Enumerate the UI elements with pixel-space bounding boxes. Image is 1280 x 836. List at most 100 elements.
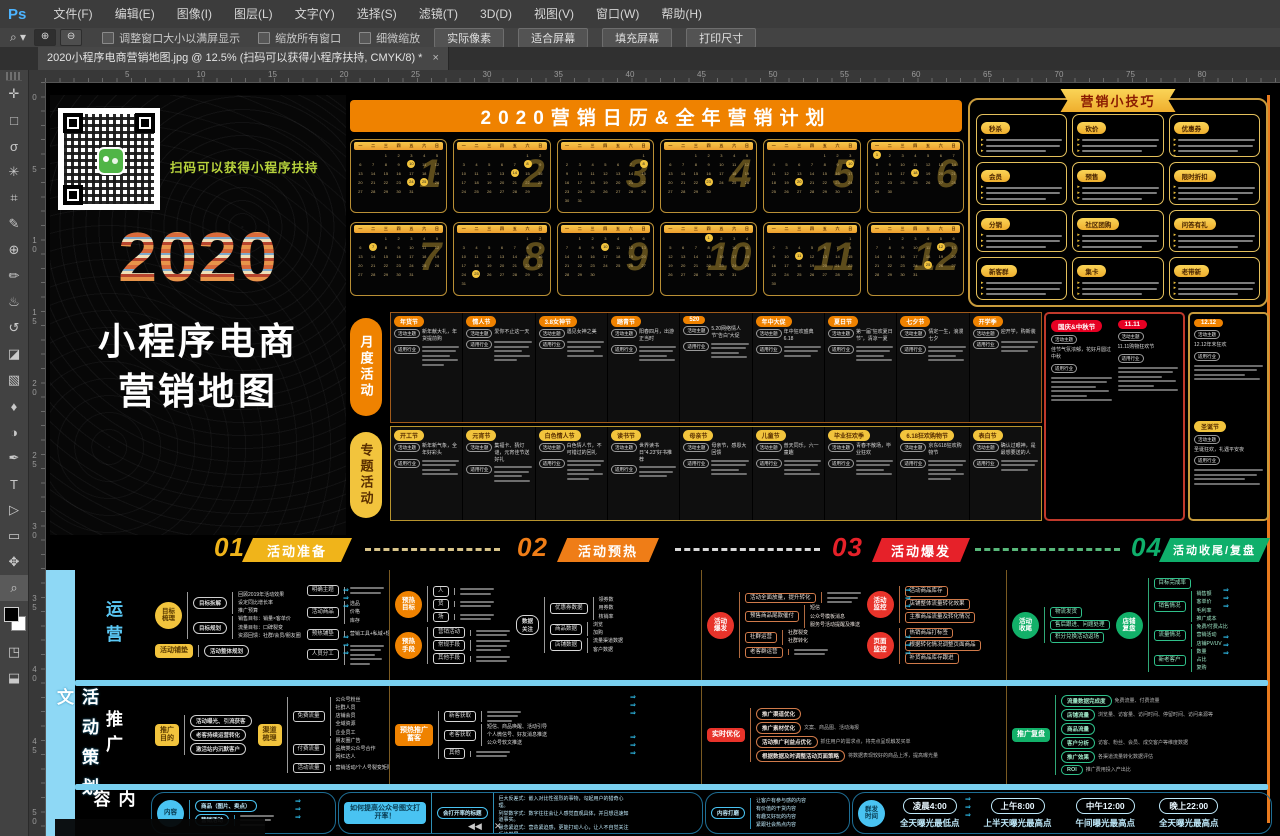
menu-文件(F)[interactable]: 文件(F) — [42, 0, 103, 28]
menu-图像(I)[interactable]: 图像(I) — [166, 0, 223, 28]
type-tool[interactable]: T — [0, 471, 28, 497]
tip-bullet: ▸ — [1174, 139, 1255, 142]
node-children: 流量数据完成度免费流量、付费流量店铺流量浏览量、访客量、访问时间、停留时间、访问… — [1055, 695, 1213, 775]
crop-tool[interactable]: ⌗ — [0, 185, 28, 211]
send-time: 中午12:00 — [1076, 798, 1135, 814]
dodge-tool[interactable]: ◑ — [0, 419, 28, 445]
option-checkbox[interactable]: 调整窗口大小以满屏显示 — [102, 30, 240, 46]
flow-arrow-icon: ⇒ ⇒ ⇒ — [1223, 587, 1229, 611]
option-checkbox[interactable]: 缩放所有窗口 — [258, 30, 341, 46]
zoom-tool[interactable]: ⌕ — [0, 575, 28, 601]
event-theme: 母亲节，感恩大回馈 — [711, 443, 748, 457]
theme-tag: 活动主题 — [900, 329, 926, 338]
quick-mask-icon[interactable]: ◳ — [0, 639, 28, 665]
event-theme-row: 活动主题母亲节，感恩大回馈 — [683, 443, 748, 457]
event-column: 儿童节活动主题普天同乐，六一童趣适用行业 — [753, 427, 824, 520]
node-x: 库存 — [350, 618, 360, 624]
option-button-适合屏幕[interactable]: 适合屏幕 — [518, 28, 588, 48]
option-button-实际像素[interactable]: 实际像素 — [434, 28, 504, 48]
event-column: 元宵节活动主题集福卡、猜灯谜，元宵佳节送好礼适用行业 — [463, 427, 534, 520]
send-time: 晚上22:00 — [1159, 798, 1218, 814]
tip-bullet: ▸ — [1174, 287, 1255, 290]
node-children: 销售额客单价毛利率推广成本 — [1191, 591, 1217, 622]
gradient-tool[interactable]: ▧ — [0, 367, 28, 393]
rewind-icon[interactable]: ◀◀ — [468, 821, 482, 832]
path-select-tool[interactable]: ▷ — [0, 497, 28, 523]
phase-cell: 预热 目标人货场预热 手段营销活动常规手段其他手段数据 关注优惠券数据领券数用券… — [390, 570, 702, 680]
tip-box: 老带新▸▸▸ — [1169, 257, 1260, 300]
checkbox-icon[interactable] — [359, 32, 371, 44]
menu-选择(S)[interactable]: 选择(S) — [346, 0, 408, 28]
magic-wand-tool[interactable]: ✳ — [0, 159, 28, 185]
tab-close-icon[interactable]: × — [432, 47, 438, 70]
menu-视图(V)[interactable]: 视图(V) — [523, 0, 585, 28]
tip-bullet: ▸ — [1077, 234, 1158, 237]
mindmap-node: 群发 时间 — [858, 800, 885, 827]
option-button-打印尺寸[interactable]: 打印尺寸 — [686, 28, 756, 48]
mindmap-node: 新客获取 — [444, 711, 547, 722]
shape-tool[interactable]: ▭ — [0, 523, 28, 549]
mindmap-node: 活动铺垫活动整体规划 — [155, 644, 301, 658]
tip-box: 会员▸▸▸ — [976, 162, 1067, 205]
node-obox: 根据转化情况调整页面商品 — [905, 640, 981, 651]
brush-tool[interactable]: ✏ — [0, 263, 28, 289]
checkbox-icon[interactable] — [102, 32, 114, 44]
theme-tag: 活动主题 — [611, 329, 637, 338]
tip-bullet: ▸ — [1174, 197, 1255, 200]
clone-stamp-tool[interactable]: ♨ — [0, 289, 28, 315]
event-name: 情人节 — [466, 316, 496, 327]
option-checkbox[interactable]: 细微缩放 — [359, 30, 420, 46]
node-x: 领券数 — [599, 597, 614, 603]
menu-3D(D)[interactable]: 3D(D) — [469, 0, 523, 28]
toolbar-grip[interactable] — [6, 72, 22, 81]
node-x: 核销率 — [599, 614, 614, 620]
node-children — [344, 587, 384, 594]
color-swatches[interactable] — [0, 605, 28, 639]
foreground-color-swatch[interactable] — [4, 607, 19, 622]
zoom-out-button[interactable]: ⊖ — [60, 29, 82, 46]
node-x: 回顾2019年活动效果 — [238, 592, 284, 598]
zoom-in-button[interactable]: ⊕ — [34, 29, 56, 46]
blur-tool[interactable]: ♦ — [0, 393, 28, 419]
history-brush-tool[interactable]: ↺ — [0, 315, 28, 341]
menu-图层(L)[interactable]: 图层(L) — [223, 0, 284, 28]
calendar-weekdays: 一二三四五六日 — [354, 142, 443, 150]
eyedropper-tool[interactable]: ✎ — [0, 211, 28, 237]
node-cluster: 群发 时间 — [858, 800, 885, 827]
national-day-1111-panel: 国庆&中秋节活动主题佳节气氛浓郁，花好月圆过中秋适用行业11.11活动主题11.… — [1044, 312, 1185, 521]
healing-brush-tool[interactable]: ⊕ — [0, 237, 28, 263]
checkbox-icon[interactable] — [258, 32, 270, 44]
document-canvas[interactable]: 扫码可以获得小程序扶持 2020 小程序电商 营销地图 2020营销日历&全年营… — [45, 82, 1280, 836]
node-children: 社群裂变社群转化 — [782, 630, 808, 645]
tip-bullet: ▸ — [981, 240, 1062, 243]
menu-编辑(E)[interactable]: 编辑(E) — [104, 0, 166, 28]
mindmap-node: 活动 收尾物流发货售后跟进、问题处理积分兑换活动返场 — [1012, 607, 1110, 644]
menu-帮助(H)[interactable]: 帮助(H) — [650, 0, 713, 28]
phase-cell: 推广 目的活动曝光、引流获客老客持续运营转化激活站内沉默客户渠道 梳理免费流量公… — [150, 686, 390, 784]
eraser-tool[interactable]: ◪ — [0, 341, 28, 367]
event-name: 元宵节 — [466, 430, 496, 441]
mindmap-node: 价格 — [350, 609, 360, 615]
mindmap-node: 巨大反差式：嵌入对比性强烈的事物，勾起用户的猎奇心理。 — [499, 796, 629, 809]
flow-arrow-icon: ⇒ ⇒ ⇒ — [343, 634, 349, 658]
marquee-tool[interactable]: □ — [0, 107, 28, 133]
menu-文字(Y)[interactable]: 文字(Y) — [284, 0, 346, 28]
mindmap-node: 毛利率 — [1197, 608, 1217, 614]
row-label: 运营 — [75, 570, 150, 680]
menu-窗口(W)[interactable]: 窗口(W) — [585, 0, 650, 28]
event-theme: 集福卡、猜灯谜，元宵佳节送好礼 — [494, 443, 531, 463]
event-name: 国庆&中秋节 — [1051, 320, 1102, 332]
zoom-tool-icon[interactable]: ⌕ ▾ — [10, 30, 26, 45]
node-children: 短信、商品唤醒、活动引导个人微信号、好友消息推送公众号软文推送 — [481, 724, 547, 747]
overlay-close-icon[interactable]: ✕ — [494, 821, 502, 832]
move-tool[interactable]: ✛ — [0, 81, 28, 107]
lasso-tool[interactable]: σ — [0, 133, 28, 159]
hand-tool[interactable]: ✥ — [0, 549, 28, 575]
theme-tag: 活动主题 — [683, 326, 709, 335]
document-tab[interactable]: 2020小程序电商营销地图.jpg @ 12.5% (扫码可以获得小程序扶持, … — [38, 47, 449, 70]
option-button-填充屏幕[interactable]: 填充屏幕 — [602, 28, 672, 48]
menu-滤镜(T)[interactable]: 滤镜(T) — [408, 0, 469, 28]
screen-mode-icon[interactable]: ⬓ — [0, 665, 28, 691]
pen-tool[interactable]: ✒ — [0, 445, 28, 471]
node-tail-text: 将数据表现较好的商品上浮，提高曝光量 — [848, 753, 938, 759]
